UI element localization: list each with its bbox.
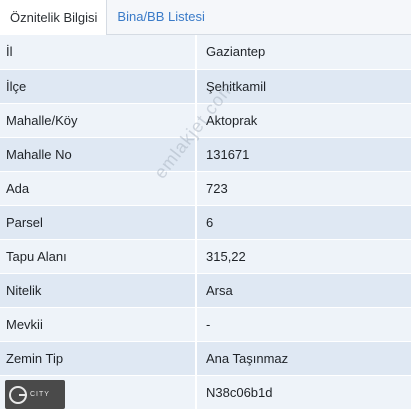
row-value: Ana Taşınmaz: [196, 341, 411, 376]
logo-text: CITY: [30, 391, 50, 398]
row-key: İl: [0, 35, 197, 70]
tab-attribute-info[interactable]: Öznitelik Bilgisi: [0, 0, 108, 35]
row-value: -: [196, 307, 411, 342]
row-key: Parsel: [0, 205, 197, 240]
attribute-table: İl Gaziantep İlçe Şehitkamil Mahalle/Köy…: [0, 35, 411, 410]
table-row: Zemin Tip Ana Taşınmaz: [0, 341, 411, 376]
table-row: Mahalle/Köy Aktoprak: [0, 103, 411, 138]
table-row: Parsel 6: [0, 205, 411, 240]
row-value: 131671: [196, 137, 411, 172]
table-row: İlçe Şehitkamil: [0, 69, 411, 104]
table-row: İl Gaziantep: [0, 35, 411, 70]
row-value: Şehitkamil: [196, 69, 411, 104]
row-key: İlçe: [0, 69, 197, 104]
row-key: Zemin Tip: [0, 341, 197, 376]
row-value: 6: [196, 205, 411, 240]
row-value: N38c06b1d: [196, 375, 411, 410]
row-key: Tapu Alanı: [0, 239, 197, 274]
table-row: Nitelik Arsa: [0, 273, 411, 308]
row-key: Mevkii: [0, 307, 197, 342]
tab-building-list[interactable]: Bina/BB Listesi: [107, 0, 213, 34]
brand-logo: CITY: [5, 380, 65, 409]
logo-g-icon: [9, 385, 27, 404]
row-value: Aktoprak: [196, 103, 411, 138]
row-key: Mahalle No: [0, 137, 197, 172]
row-key: Nitelik: [0, 273, 197, 308]
row-value: Arsa: [196, 273, 411, 308]
table-row: Mevkii -: [0, 307, 411, 342]
row-value: Gaziantep: [196, 35, 411, 70]
table-row: Tapu Alanı 315,22: [0, 239, 411, 274]
table-row: Mahalle No 131671: [0, 137, 411, 172]
row-value: 315,22: [196, 239, 411, 274]
table-row: Ada 723: [0, 171, 411, 206]
tab-bar: Öznitelik Bilgisi Bina/BB Listesi: [0, 0, 411, 35]
row-key: Mahalle/Köy: [0, 103, 197, 138]
row-key: Ada: [0, 171, 197, 206]
row-value: 723: [196, 171, 411, 206]
